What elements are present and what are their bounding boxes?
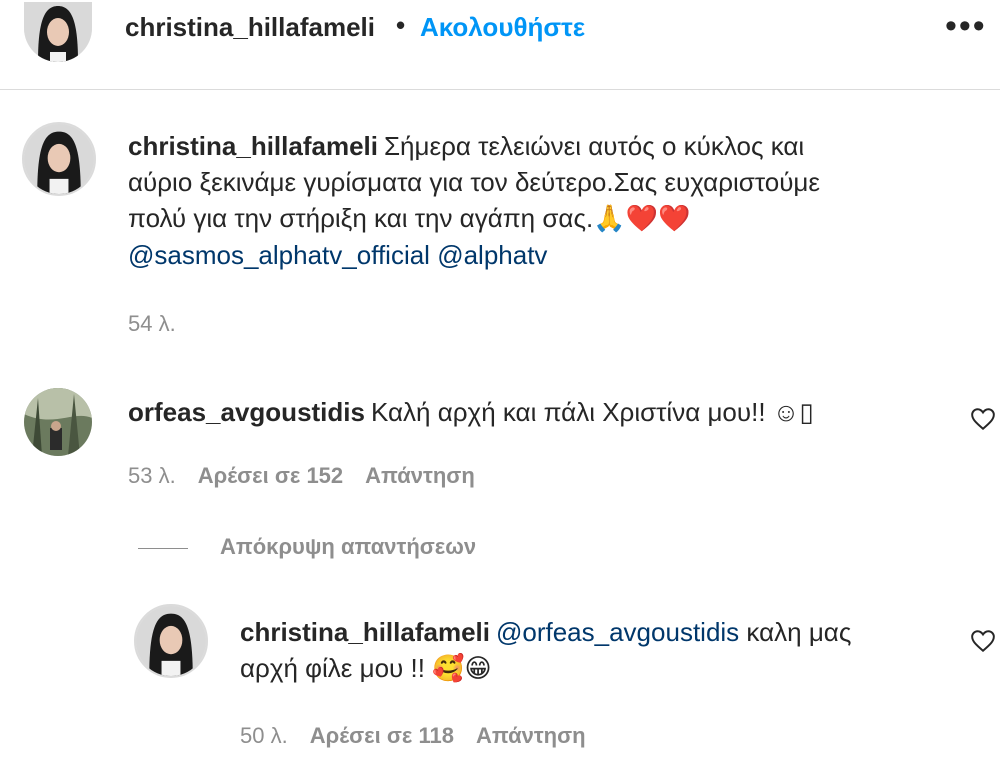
comment-meta: 53 λ. Αρέσει σε 152 Απάντηση xyxy=(128,463,475,489)
caption-emoji: 🙏❤️❤️ xyxy=(593,204,691,234)
caption-username[interactable]: christina_hillafameli xyxy=(128,131,378,161)
more-options-icon[interactable]: ••• xyxy=(945,6,987,46)
follow-button[interactable]: Ακολουθήστε xyxy=(420,12,585,43)
like-heart-icon[interactable] xyxy=(970,406,996,432)
reply-line-2: αρχή φίλε μου !! xyxy=(240,653,425,683)
profile-photo-icon xyxy=(136,606,206,676)
replies-divider xyxy=(138,548,188,549)
caption-line-1: Σήμερα τελειώνει αυτός ο κύκλος και xyxy=(383,131,805,161)
post-header: christina_hillafameli • Ακολουθήστε ••• xyxy=(0,0,1000,90)
reply-time[interactable]: 50 λ. xyxy=(240,723,288,748)
mention-link[interactable]: @orfeas_avgoustidis xyxy=(496,617,739,647)
reply-reply-button[interactable]: Απάντηση xyxy=(476,723,586,748)
header-username[interactable]: christina_hillafameli xyxy=(125,12,375,43)
reply-username[interactable]: christina_hillafameli xyxy=(240,617,490,647)
comment-body: Καλή αρχή και πάλι Χριστίνα μου!! ☺▯ xyxy=(370,397,814,427)
caption-line-2: αύριο ξεκινάμε γυρίσματα για τον δεύτερο… xyxy=(128,167,820,197)
caption-line-3: πολύ για την στήριξη και την αγάπη σας. xyxy=(128,203,594,233)
profile-photo-icon xyxy=(24,2,92,62)
reply-meta: 50 λ. Αρέσει σε 118 Απάντηση xyxy=(240,723,586,749)
reply-likes[interactable]: Αρέσει σε 118 xyxy=(310,723,454,748)
profile-photo-icon xyxy=(24,388,92,456)
header-avatar[interactable] xyxy=(24,2,92,62)
reply-avatar[interactable] xyxy=(134,604,208,678)
mention-link[interactable]: @sasmos_alphatv_official xyxy=(128,240,430,270)
hide-replies-button[interactable]: Απόκρυψη απαντήσεων xyxy=(220,534,476,560)
reply-emoji: 🥰😁 xyxy=(432,654,492,684)
caption-meta: 54 λ. xyxy=(128,311,176,337)
comment-text: orfeas_avgoustidis Καλή αρχή και πάλι Χρι… xyxy=(128,394,948,430)
caption-avatar[interactable] xyxy=(22,122,96,196)
comment-avatar[interactable] xyxy=(24,388,92,456)
comment-likes[interactable]: Αρέσει σε 152 xyxy=(198,463,343,488)
reply-text: christina_hillafameli @orfeas_avgoustidis… xyxy=(240,614,940,687)
like-heart-icon[interactable] xyxy=(970,628,996,654)
reply-line-1: καλη μας xyxy=(746,617,852,647)
caption-time[interactable]: 54 λ. xyxy=(128,311,176,336)
comment-username[interactable]: orfeas_avgoustidis xyxy=(128,397,365,427)
caption-text: christina_hillafameli Σήμερα τελειώνει αυ… xyxy=(128,128,948,273)
header-separator: • xyxy=(396,10,406,40)
comment-time[interactable]: 53 λ. xyxy=(128,463,176,488)
profile-photo-icon xyxy=(24,124,94,194)
mention-link[interactable]: @alphatv xyxy=(437,240,547,270)
comment-reply-button[interactable]: Απάντηση xyxy=(365,463,475,488)
